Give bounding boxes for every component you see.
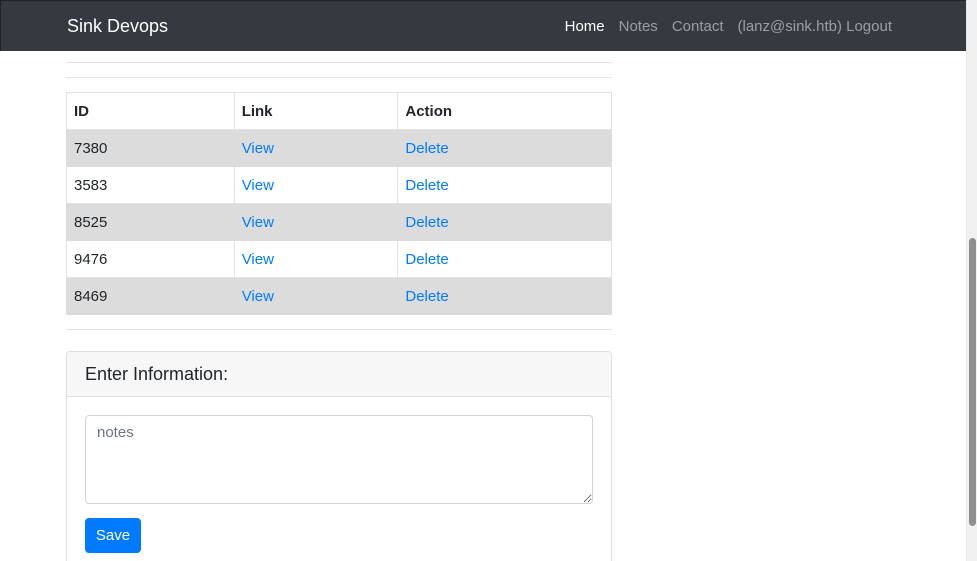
delete-link[interactable]: Delete [405,288,448,305]
view-link[interactable]: View [242,177,274,194]
note-id-cell: 9476 [66,240,235,278]
column-header-id: ID [66,92,235,130]
note-id-cell: 3583 [66,166,235,204]
table-row: 9476 View Delete [66,240,612,278]
action-cell: Delete [397,203,612,241]
column-header-action: Action [397,92,612,130]
link-cell: View [233,277,399,315]
delete-link[interactable]: Delete [405,140,448,157]
view-link[interactable]: View [242,288,274,305]
delete-link[interactable]: Delete [405,214,448,231]
nav-link-home[interactable]: Home [565,18,605,35]
table-row: 8525 View Delete [66,203,612,241]
save-button[interactable]: Save [85,518,141,553]
view-link[interactable]: View [242,251,274,268]
note-id-cell: 8525 [66,203,235,241]
action-cell: Delete [397,129,612,167]
notes-table: ID Link Action 7380 View Delete 3583 Vie… [66,92,612,315]
notes-textarea[interactable] [85,415,593,504]
page-scrollbar[interactable] [966,0,977,561]
view-link[interactable]: View [242,140,274,157]
divider [66,329,612,330]
nav-links: Home Notes Contact (lanz@sink.htb) Logou… [551,18,892,35]
table-row: 3583 View Delete [66,166,612,204]
table-row: 7380 View Delete [66,129,612,167]
table-row: 8469 View Delete [66,277,612,315]
link-cell: View [233,203,399,241]
action-cell: Delete [397,240,612,278]
note-id-cell: 8469 [66,277,235,315]
nav-link-logout[interactable]: (lanz@sink.htb) Logout [738,18,892,35]
delete-link[interactable]: Delete [405,177,448,194]
link-cell: View [233,240,399,278]
brand-link[interactable]: Sink Devops [67,16,168,37]
link-cell: View [233,129,399,167]
card-title: Enter Information: [67,352,611,397]
action-cell: Delete [397,166,612,204]
nav-link-contact[interactable]: Contact [672,18,724,35]
top-navbar: Sink Devops Home Notes Contact (lanz@sin… [0,0,966,51]
card-body: Save [67,397,611,561]
note-id-cell: 7380 [66,129,235,167]
note-form-card: Enter Information: Save [66,351,612,561]
divider [66,77,612,78]
delete-link[interactable]: Delete [405,251,448,268]
nav-link-notes[interactable]: Notes [619,18,658,35]
view-link[interactable]: View [242,214,274,231]
column-header-link: Link [233,92,399,130]
divider [66,62,612,63]
link-cell: View [233,166,399,204]
table-header-row: ID Link Action [66,92,612,130]
scrollbar-thumb[interactable] [969,238,976,526]
action-cell: Delete [397,277,612,315]
